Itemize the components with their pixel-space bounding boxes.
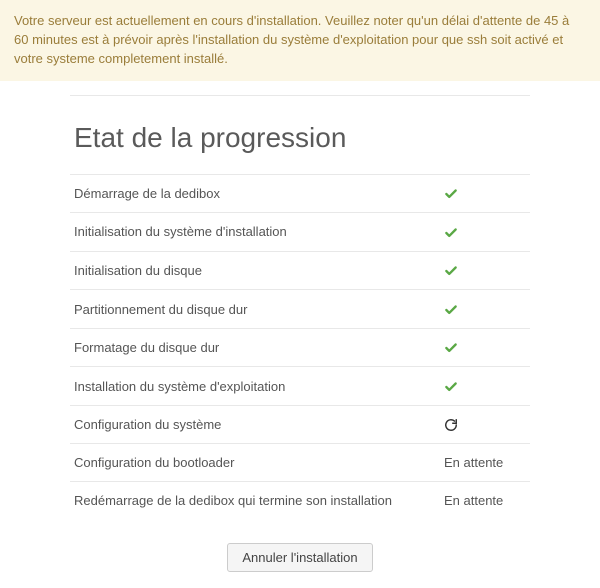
page-title: Etat de la progression (70, 96, 530, 174)
table-row: Partitionnement du disque dur (70, 290, 530, 329)
step-label: Partitionnement du disque dur (70, 290, 440, 329)
step-label: Installation du système d'exploitation (70, 367, 440, 406)
step-label: Démarrage de la dedibox (70, 174, 440, 213)
table-row: Initialisation du système d'installation (70, 213, 530, 252)
notice-banner: Votre serveur est actuellement en cours … (0, 0, 600, 81)
step-status (440, 367, 530, 406)
spinner-icon (444, 417, 458, 433)
step-label: Initialisation du système d'installation (70, 213, 440, 252)
step-label: Initialisation du disque (70, 251, 440, 290)
check-icon (444, 340, 458, 356)
progress-panel: Etat de la progression Démarrage de la d… (70, 95, 530, 520)
check-icon (444, 224, 458, 240)
table-row: Redémarrage de la dedibox qui termine so… (70, 482, 530, 520)
table-row: Formatage du disque dur (70, 328, 530, 367)
progress-table: Démarrage de la dedibox Initialisation d… (70, 174, 530, 520)
check-icon (444, 186, 458, 202)
button-row: Annuler l'installation (0, 519, 600, 588)
table-row: Configuration du système (70, 405, 530, 444)
check-icon (444, 378, 458, 394)
step-status (440, 328, 530, 367)
step-status: En attente (440, 444, 530, 482)
step-label: Configuration du bootloader (70, 444, 440, 482)
cancel-install-button[interactable]: Annuler l'installation (227, 543, 372, 572)
table-row: Configuration du bootloader En attente (70, 444, 530, 482)
step-label: Redémarrage de la dedibox qui termine so… (70, 482, 440, 520)
step-status: En attente (440, 482, 530, 520)
step-status (440, 213, 530, 252)
table-row: Démarrage de la dedibox (70, 174, 530, 213)
step-label: Formatage du disque dur (70, 328, 440, 367)
step-status (440, 174, 530, 213)
step-label: Configuration du système (70, 405, 440, 444)
table-row: Initialisation du disque (70, 251, 530, 290)
step-status (440, 405, 530, 444)
check-icon (444, 301, 458, 317)
table-row: Installation du système d'exploitation (70, 367, 530, 406)
step-status (440, 290, 530, 329)
step-status (440, 251, 530, 290)
check-icon (444, 263, 458, 279)
